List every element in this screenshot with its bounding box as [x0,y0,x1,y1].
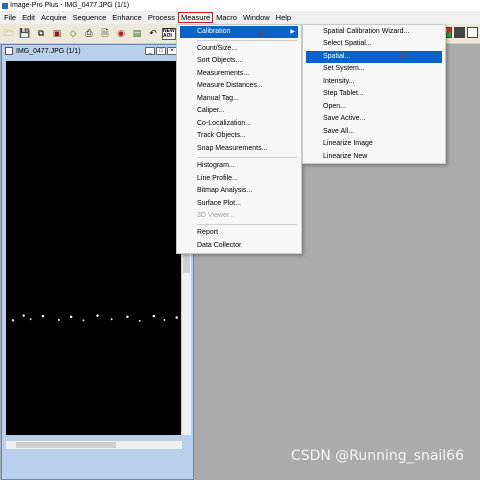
menu-item-measurements[interactable]: Measurements... [180,68,298,80]
new-aoi-button[interactable]: NEW AOI [162,27,176,40]
menu-process[interactable]: Process [145,12,178,23]
menu-item-count-size[interactable]: Count/Size... [180,43,298,55]
palette-icon[interactable] [454,27,465,38]
menu-sequence[interactable]: Sequence [69,12,109,23]
undo-icon[interactable]: ↶ [146,27,160,41]
menu-file[interactable]: File [1,12,19,23]
menu-item-3d-viewer: 3D Viewer... [197,212,235,219]
window-layout-icon[interactable] [467,27,478,38]
menu-item-linearize-new[interactable]: Linearize New [306,151,442,163]
menu-bar: File Edit Acquire Sequence Enhance Proce… [0,11,480,24]
menu-acquire[interactable]: Acquire [38,12,69,23]
app-icon [2,2,8,9]
document-title: IMG_0477.JPG (1/1) [16,47,81,55]
annotation-check-mark: ✓ [257,28,267,40]
menu-item-calibration[interactable]: Calibration ▶ [180,26,298,38]
annotation-check-mark: ✓ [399,50,409,62]
menu-item-set-system[interactable]: Set System... [306,63,442,75]
preview-icon[interactable]: 🗎 [98,27,112,41]
menu-separator [197,224,297,225]
document-window-controls: _ □ × [145,47,177,55]
window-title: Image-Pro Plus - IMG_0477.JPG (1/1) [10,2,130,9]
menu-item-data-collector[interactable]: Data Collector [180,240,298,252]
menu-help[interactable]: Help [273,12,294,23]
menu-item-caliper[interactable]: Caliper... [180,105,298,117]
open-folder-icon[interactable]: 🗁 [2,27,16,41]
menu-item-save-active[interactable]: Save Active... [306,113,442,125]
menu-item-report[interactable]: Report [180,227,298,239]
lasso-icon[interactable]: ◇ [66,27,80,41]
print-icon[interactable]: ⎙ [82,27,96,41]
menu-item-spatial[interactable]: Spatial... [306,51,442,63]
menu-separator [197,40,297,41]
menu-edit[interactable]: Edit [19,12,38,23]
menu-item-measure-distances[interactable]: Measure Distances... [180,80,298,92]
submenu-arrow-icon: ▶ [290,29,295,35]
document-icon [5,47,13,55]
menu-item-spatial-calibration-wizard[interactable]: Spatial Calibration Wizard... [306,26,442,38]
menu-item-intensity[interactable]: Intensity... [306,76,442,88]
title-bar: Image-Pro Plus - IMG_0477.JPG (1/1) [0,0,480,11]
horizontal-scrollbar[interactable] [6,440,182,449]
menu-item-select-spatial[interactable]: Select Spatial... [306,38,442,50]
image-canvas[interactable] [6,61,182,435]
menu-measure[interactable]: Measure [177,12,214,23]
menu-item-bitmap-analysis[interactable]: Bitmap Analysis... [180,185,298,197]
menu-item-save-all[interactable]: Save All... [306,126,442,138]
measure-menu: Calibration ▶ ✓ Count/Size... Sort Objec… [176,24,302,254]
color-icon[interactable]: ◉ [114,27,128,41]
minimize-icon[interactable]: _ [145,47,155,55]
stamp-icon[interactable]: ▣ [50,27,64,41]
watermark: CSDN @Running_snail66 [290,448,464,464]
toolbar-right-group [441,27,478,38]
menu-separator [197,157,297,158]
menu-item-line-profile[interactable]: Line Profile... [180,173,298,185]
maximize-icon[interactable]: □ [156,47,166,55]
menu-window[interactable]: Window [240,12,273,23]
horizontal-scroll-thumb[interactable] [16,442,116,448]
menu-item-open[interactable]: Open... [306,101,442,113]
menu-item-step-tablet[interactable]: Step Tablet... [306,88,442,100]
save-icon[interactable]: 💾 [18,27,32,41]
menu-item-sort-objects[interactable]: Sort Objects... [180,55,298,67]
menu-item-linearize-image[interactable]: Linearize Image [306,138,442,150]
menu-enhance[interactable]: Enhance [109,12,145,23]
copy-icon[interactable]: ⧉ [34,27,48,41]
image-icon[interactable]: ▤ [130,27,144,41]
menu-item-track-objects[interactable]: Track Objects... [180,130,298,142]
menu-item-snap-measurements[interactable]: Snap Measurements... [180,143,298,155]
image-specks [6,306,182,330]
calibration-submenu: Spatial Calibration Wizard... Select Spa… [302,24,446,164]
image-document-window: IMG_0477.JPG (1/1) _ □ × [1,44,194,480]
menu-item-manual-tag[interactable]: Manual Tag... [180,93,298,105]
menu-item-label: Calibration [197,28,231,35]
menu-item-label: Spatial... [323,53,351,60]
menu-macro[interactable]: Macro [213,12,240,23]
menu-item-surface-plot[interactable]: Surface Plot... [180,198,298,210]
menu-item-histogram[interactable]: Histogram... [180,160,298,172]
menu-item-co-localization[interactable]: Co-Localization... [180,118,298,130]
